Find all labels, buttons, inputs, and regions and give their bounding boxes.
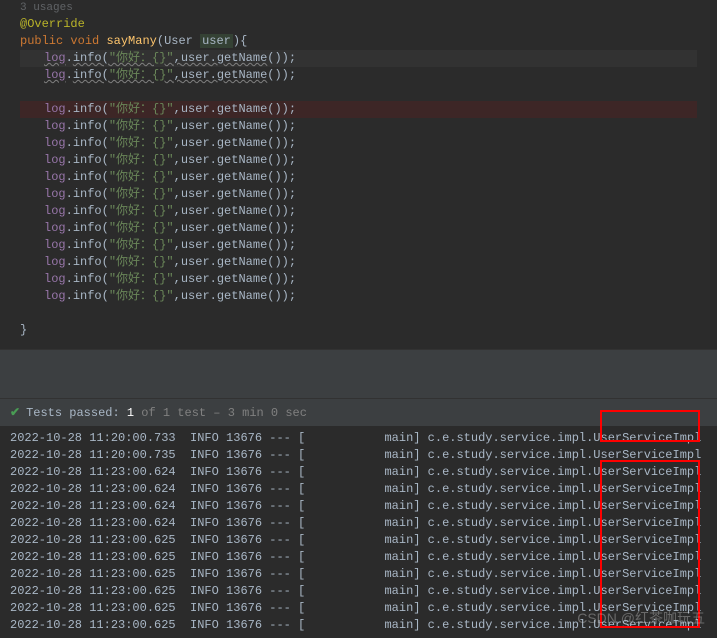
log-call: log.info("你好：{}",user.getName());	[20, 135, 697, 152]
console-line: 2022-10-28 11:23:00.625 INFO 13676 --- […	[10, 549, 707, 566]
log-call: log.info("你好：{}",user.getName());	[20, 50, 697, 67]
check-icon: ✔	[10, 405, 20, 420]
console-line: 2022-10-28 11:23:00.625 INFO 13676 --- […	[10, 532, 707, 549]
console-output[interactable]: 2022-10-28 11:20:00.733 INFO 13676 --- […	[0, 426, 717, 638]
test-results-bar: ✔ Tests passed: 1 of 1 test – 3 min 0 se…	[0, 399, 717, 426]
log-call: log.info("你好：{}",user.getName());	[20, 118, 697, 135]
log-call: log.info("你好：{}",user.getName());	[20, 152, 697, 169]
console-line: 2022-10-28 11:23:00.625 INFO 13676 --- […	[10, 583, 707, 600]
console-line: 2022-10-28 11:23:00.625 INFO 13676 --- […	[10, 566, 707, 583]
watermark: CSDN @红茶咖玩五	[577, 608, 705, 628]
log-call: log.info("你好：{}",user.getName());	[20, 169, 697, 186]
method-signature: public void sayMany(User user){	[20, 33, 697, 50]
code-editor[interactable]: @Override public void sayMany(User user)…	[0, 16, 717, 339]
close-brace: }	[20, 322, 697, 339]
log-call: log.info("你好：{}",user.getName());	[20, 271, 697, 288]
log-call: log.info("你好：{}",user.getName());	[20, 101, 697, 118]
console-line: 2022-10-28 11:23:00.624 INFO 13676 --- […	[10, 515, 707, 532]
console-line: 2022-10-28 11:23:00.624 INFO 13676 --- […	[10, 498, 707, 515]
log-call: log.info("你好：{}",user.getName());	[20, 254, 697, 271]
console-line: 2022-10-28 11:20:00.735 INFO 13676 --- […	[10, 447, 707, 464]
log-call: log.info("你好：{}",user.getName());	[20, 237, 697, 254]
log-call: log.info("你好：{}",user.getName());	[20, 203, 697, 220]
tests-passed-label: Tests passed: 1 of 1 test – 3 min 0 sec	[26, 406, 307, 420]
log-call: log.info("你好：{}",user.getName());	[20, 220, 697, 237]
log-call: log.info("你好：{}",user.getName());	[20, 186, 697, 203]
usages-hint: 3 usages	[0, 0, 717, 16]
panel-separator[interactable]	[0, 349, 717, 399]
annotation-line: @Override	[20, 16, 697, 33]
console-line: 2022-10-28 11:23:00.624 INFO 13676 --- […	[10, 464, 707, 481]
console-line: 2022-10-28 11:23:00.624 INFO 13676 --- […	[10, 481, 707, 498]
log-call: log.info("你好：{}",user.getName());	[20, 67, 697, 84]
log-call: log.info("你好：{}",user.getName());	[20, 288, 697, 305]
console-line: 2022-10-28 11:20:00.733 INFO 13676 --- […	[10, 430, 707, 447]
